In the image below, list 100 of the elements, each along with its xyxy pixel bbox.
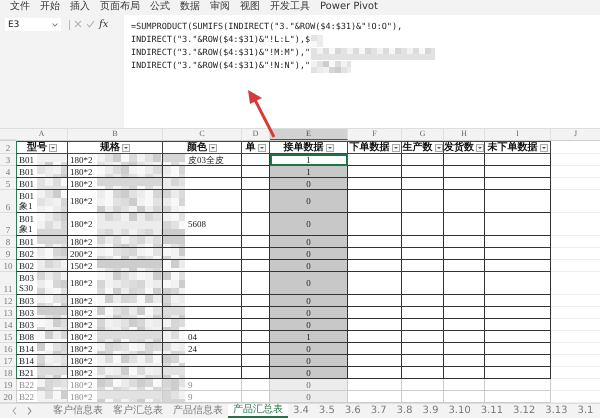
empty-cell bbox=[485, 367, 551, 379]
formula-text: =SUMPRODUCT(SUMIFS(INDIRECT("3."&ROW($4:$31)&"!O:O"), bbox=[131, 21, 402, 34]
sheet-tab[interactable]: 3.7 bbox=[366, 405, 392, 417]
row-number[interactable]: 17 bbox=[0, 355, 16, 367]
table-cell: 0 bbox=[270, 260, 348, 272]
empty-cell bbox=[485, 154, 551, 166]
filter-dropdown[interactable] bbox=[326, 144, 334, 152]
empty-cell bbox=[485, 307, 551, 319]
ribbon-tab[interactable]: Power Pivot bbox=[320, 2, 378, 12]
sheet-tab[interactable]: 产品汇总表 bbox=[228, 404, 288, 418]
filter-dropdown[interactable] bbox=[258, 144, 266, 152]
row-number[interactable]: 2 bbox=[0, 141, 16, 154]
table-cell: 0 bbox=[270, 213, 348, 236]
filter-dropdown[interactable] bbox=[540, 144, 548, 152]
column-header[interactable]: I bbox=[485, 129, 551, 140]
ribbon-tab[interactable]: 开始 bbox=[40, 2, 60, 12]
filter-dropdown[interactable] bbox=[434, 144, 442, 152]
column-header[interactable]: B bbox=[68, 129, 163, 140]
column-header[interactable]: A bbox=[16, 129, 68, 140]
ribbon-tab[interactable]: 开发工具 bbox=[270, 2, 310, 12]
table-cell: B01 bbox=[19, 178, 34, 188]
sheet-tab[interactable]: 3.6 bbox=[340, 405, 366, 417]
sheet-tab[interactable]: 3.13 bbox=[540, 405, 572, 417]
ribbon-tab[interactable]: 页面布局 bbox=[100, 2, 140, 12]
ribbon-tab[interactable]: 视图 bbox=[240, 2, 260, 12]
column-header[interactable]: C bbox=[163, 129, 242, 140]
row-number[interactable]: 12 bbox=[0, 295, 16, 307]
empty-cell bbox=[402, 178, 444, 190]
pixelated-redaction bbox=[37, 166, 67, 177]
empty-cell bbox=[485, 331, 551, 343]
empty-cell bbox=[444, 307, 485, 319]
sheet-tab[interactable]: 3.12 bbox=[508, 405, 540, 417]
row-number[interactable]: 5 bbox=[0, 178, 16, 190]
column-heading: 接单数据 bbox=[284, 142, 324, 153]
ribbon-tab[interactable]: 文件 bbox=[10, 2, 30, 12]
ribbon-tab[interactable]: 公式 bbox=[150, 2, 170, 12]
table-cell: 04 bbox=[188, 332, 197, 342]
pixelated-redaction bbox=[37, 343, 67, 354]
row-number[interactable]: 15 bbox=[0, 331, 16, 343]
empty-cell bbox=[444, 236, 485, 248]
column-header[interactable]: G bbox=[402, 129, 444, 140]
empty-cell bbox=[444, 213, 485, 236]
sheet-tab[interactable]: 3.11 bbox=[476, 405, 508, 417]
filter-dropdown[interactable] bbox=[122, 144, 130, 152]
sheet-tab[interactable]: 客户汇总表 bbox=[108, 405, 168, 417]
row-number[interactable]: 4 bbox=[0, 166, 16, 178]
table-cell: 0 bbox=[270, 307, 348, 319]
row-number[interactable]: 19 bbox=[0, 379, 16, 391]
empty-cell bbox=[402, 236, 444, 248]
insert-function-button[interactable]: fx bbox=[99, 20, 108, 30]
empty-cell bbox=[402, 307, 444, 319]
row-number[interactable]: 7 bbox=[0, 213, 16, 236]
row-number[interactable]: 3 bbox=[0, 154, 16, 166]
table-cell: 0 bbox=[270, 236, 348, 248]
table-cell: 5608 bbox=[188, 219, 206, 229]
column-header[interactable]: F bbox=[348, 129, 402, 140]
column-header[interactable]: H bbox=[444, 129, 485, 140]
check-icon[interactable] bbox=[86, 20, 95, 28]
row-number[interactable]: 6 bbox=[0, 190, 16, 213]
row-number[interactable]: 8 bbox=[0, 236, 16, 248]
formula-text: INDIRECT("3."&ROW($4:$31)&"!L:L"),$ bbox=[131, 34, 310, 47]
table-cell: 0 bbox=[270, 178, 348, 190]
table-cell: 9 bbox=[188, 392, 192, 402]
filter-dropdown[interactable] bbox=[476, 144, 484, 152]
column-header[interactable]: J bbox=[551, 129, 600, 140]
column-header[interactable]: E bbox=[270, 129, 348, 140]
sheet-tab[interactable]: 客户信息表 bbox=[48, 405, 108, 417]
row-number[interactable]: 10 bbox=[0, 260, 16, 272]
table-cell: 150*2 bbox=[70, 260, 92, 270]
chevron-right-icon[interactable] bbox=[27, 407, 32, 415]
sheet-tab[interactable]: 3.8 bbox=[392, 405, 418, 417]
table-cell: 180*2 bbox=[70, 296, 92, 306]
filter-dropdown[interactable] bbox=[392, 144, 400, 152]
sheet-tab[interactable]: 3.5 bbox=[314, 405, 340, 417]
ribbon-tab[interactable]: 数据 bbox=[180, 2, 200, 12]
row-number[interactable]: 16 bbox=[0, 343, 16, 355]
row-number[interactable]: 11 bbox=[0, 272, 16, 295]
filter-dropdown[interactable] bbox=[49, 144, 57, 152]
table-cell: 180*2 bbox=[70, 368, 92, 378]
ribbon-tab[interactable]: 插入 bbox=[70, 2, 90, 12]
name-box[interactable]: E3 bbox=[5, 18, 61, 31]
empty-cell bbox=[444, 272, 485, 295]
column-heading: 未下单数据 bbox=[488, 142, 538, 153]
pixelated-redaction bbox=[37, 319, 67, 330]
sheet-tab[interactable]: 3.1 bbox=[572, 405, 598, 417]
empty-cell bbox=[485, 272, 551, 295]
empty-cell bbox=[402, 331, 444, 343]
sheet-tab[interactable]: 3.4 bbox=[288, 405, 314, 417]
table-cell: 1 bbox=[270, 331, 348, 343]
row-number[interactable]: 18 bbox=[0, 367, 16, 379]
sheet-tab[interactable]: 产品信息表 bbox=[168, 405, 228, 417]
sheet-tab[interactable]: 3.10 bbox=[443, 405, 476, 417]
empty-cell bbox=[402, 154, 444, 166]
sheet-tab[interactable]: 3.9 bbox=[418, 405, 444, 417]
row-number[interactable]: 9 bbox=[0, 248, 16, 260]
row-number[interactable]: 20 bbox=[0, 391, 16, 403]
ribbon-tab[interactable]: 审阅 bbox=[210, 2, 230, 12]
row-number[interactable]: 13 bbox=[0, 307, 16, 319]
row-number[interactable]: 14 bbox=[0, 319, 16, 331]
filter-dropdown[interactable] bbox=[209, 144, 217, 152]
